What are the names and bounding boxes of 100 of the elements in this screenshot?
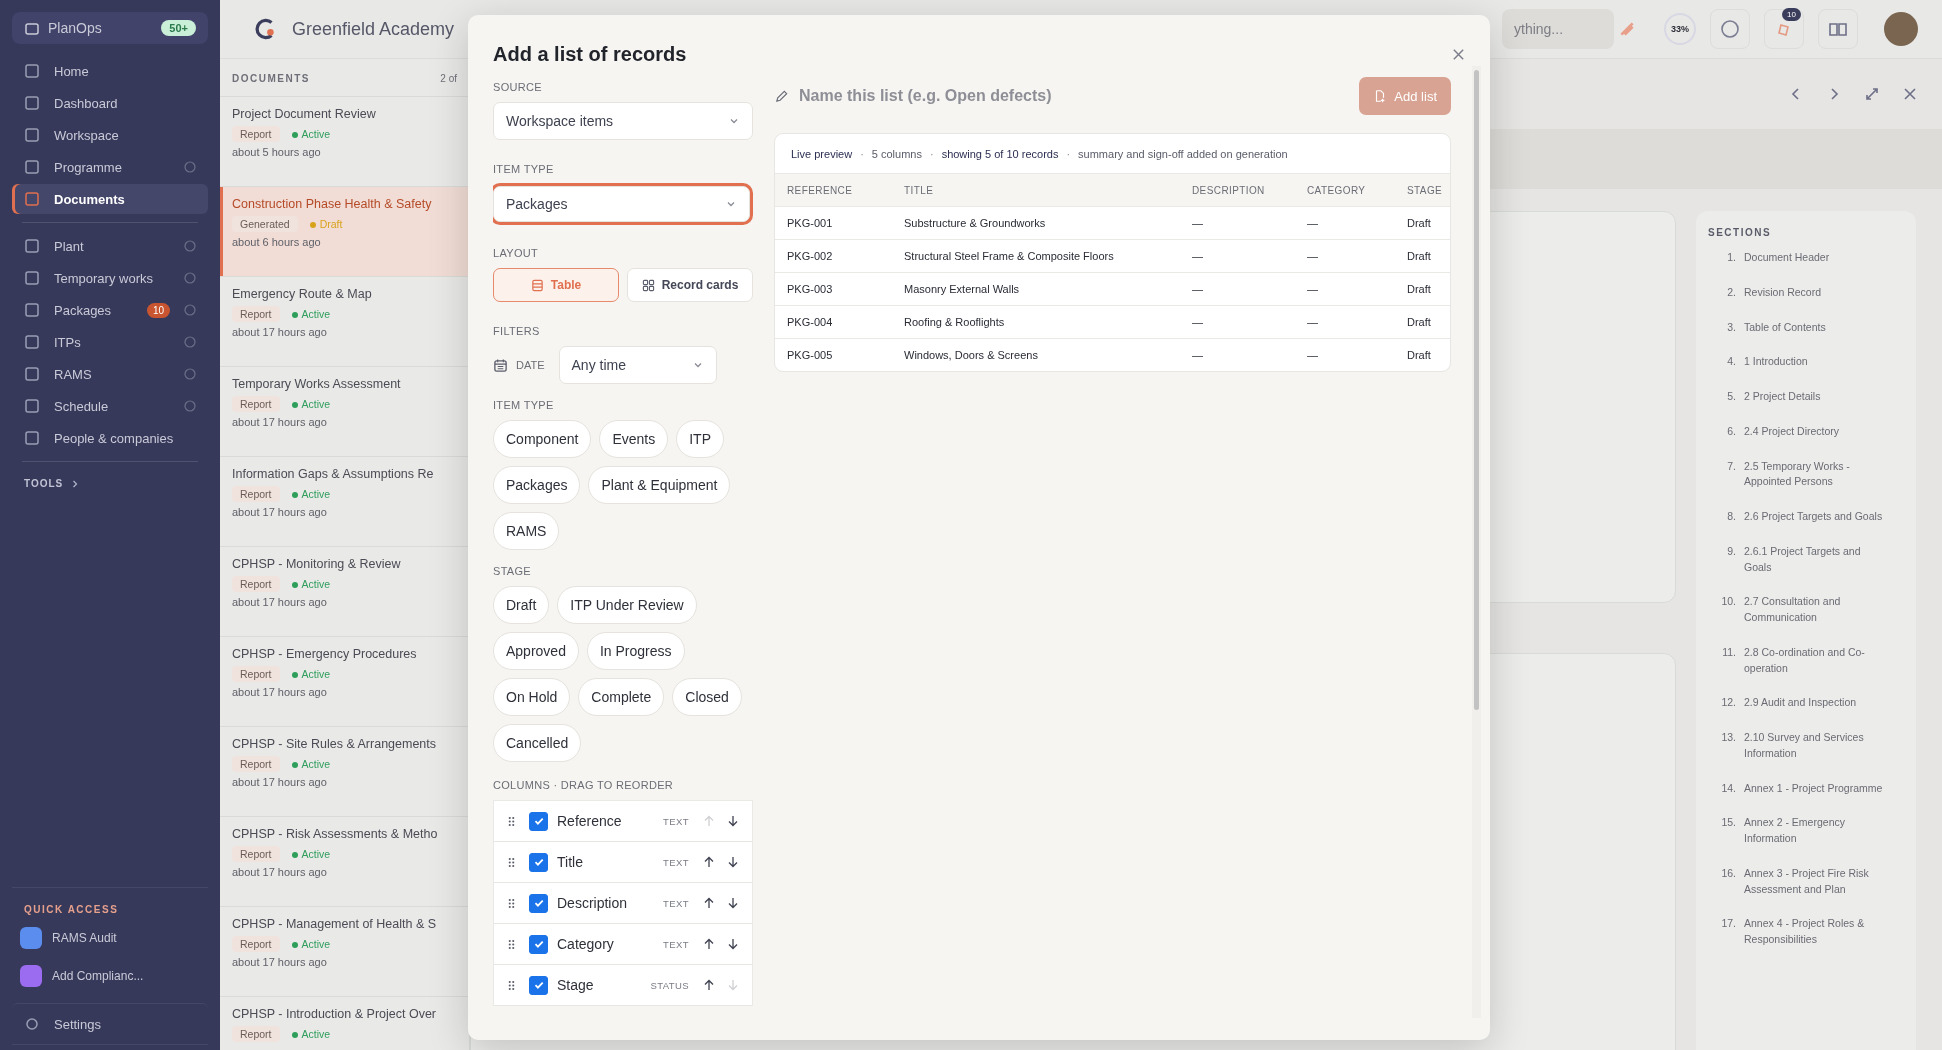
drag-handle-icon[interactable] bbox=[508, 897, 515, 909]
nav-item[interactable]: Temporary works bbox=[12, 263, 208, 293]
chevron-right-icon[interactable] bbox=[71, 479, 80, 488]
nav-item[interactable]: Home bbox=[12, 56, 208, 86]
help-button[interactable] bbox=[1710, 9, 1750, 49]
section-link[interactable]: 14. Annex 1 - Project Programme bbox=[1708, 780, 1904, 797]
section-link[interactable]: 10. 2.7 Consultation and Communication bbox=[1708, 594, 1904, 626]
layout-option[interactable]: Record cards bbox=[627, 268, 753, 302]
section-link[interactable]: 13. 2.10 Survey and Services Information bbox=[1708, 730, 1904, 762]
filter-chip[interactable]: Cancelled bbox=[493, 724, 582, 762]
nav-item[interactable]: Workspace bbox=[12, 120, 208, 150]
arrow-down-icon[interactable] bbox=[727, 815, 739, 827]
document-time: about 17 hours ago bbox=[232, 866, 328, 878]
guide-button[interactable] bbox=[1818, 9, 1858, 49]
nav-item[interactable]: ITPs bbox=[12, 327, 208, 357]
tools-toggle[interactable]: TOOLS bbox=[24, 478, 64, 489]
nav-item[interactable]: Plant bbox=[12, 231, 208, 261]
filter-chip[interactable]: Events bbox=[599, 420, 669, 458]
arrow-up-icon[interactable] bbox=[703, 856, 715, 868]
arrow-up-icon[interactable] bbox=[703, 979, 715, 991]
separator-dot: · bbox=[929, 147, 934, 160]
table-cell: Draft bbox=[1395, 239, 1450, 273]
document-time: about 17 hours ago bbox=[232, 596, 328, 608]
drag-handle-icon[interactable] bbox=[508, 938, 515, 950]
filter-chip[interactable]: In Progress bbox=[586, 632, 685, 670]
section-link[interactable]: 2. Revision Record bbox=[1708, 284, 1904, 301]
type-tag: Report bbox=[232, 396, 280, 412]
column-name: Stage bbox=[557, 977, 595, 993]
arrow-up-icon[interactable] bbox=[703, 938, 715, 950]
filter-chip[interactable]: Approved bbox=[493, 632, 579, 670]
drag-handle-icon[interactable] bbox=[508, 815, 515, 827]
drag-handle-icon[interactable] bbox=[508, 979, 515, 991]
count-badge: 10 bbox=[146, 302, 170, 318]
document-item[interactable]: Construction Phase Health & Safety Generated Draft about 6 hours ago bbox=[220, 187, 469, 277]
document-title: CPHSP - Monitoring & Review bbox=[232, 557, 402, 571]
arrow-down-icon[interactable] bbox=[727, 897, 739, 909]
section-link[interactable]: 6. 2.4 Project Directory bbox=[1708, 423, 1904, 440]
scrollbar[interactable] bbox=[1474, 70, 1479, 710]
nav-item[interactable]: Packages 10 bbox=[12, 295, 208, 325]
checkbox[interactable] bbox=[529, 811, 548, 831]
section-link[interactable]: 9. 2.6.1 Project Targets and Goals bbox=[1708, 543, 1904, 576]
nav-item[interactable]: Programme bbox=[12, 152, 208, 182]
square-icon bbox=[24, 127, 40, 143]
section-link[interactable]: 4. 1 Introduction bbox=[1708, 354, 1904, 370]
check-icon bbox=[532, 938, 545, 950]
checkbox[interactable] bbox=[529, 975, 548, 995]
section-link[interactable]: 3. Table of Contents bbox=[1708, 319, 1904, 336]
field-label: ITEM TYPE bbox=[493, 398, 555, 412]
filter-chip[interactable]: ITP bbox=[676, 420, 724, 458]
filter-chip[interactable]: RAMS bbox=[493, 512, 560, 550]
nav-item[interactable]: People & companies bbox=[12, 423, 208, 453]
section-link[interactable]: 1. Document Header bbox=[1708, 250, 1904, 266]
settings-item[interactable]: Settings bbox=[12, 1003, 208, 1044]
checkbox[interactable] bbox=[529, 934, 548, 954]
section-link[interactable]: 15. Annex 2 - Emergency Information bbox=[1708, 815, 1904, 847]
source-dropdown[interactable]: Workspace items bbox=[493, 102, 753, 140]
quick-access-item[interactable]: RAMS Audit bbox=[12, 919, 208, 957]
nav-item[interactable]: Dashboard bbox=[12, 88, 208, 118]
notifications-button[interactable]: 10 bbox=[1764, 9, 1804, 49]
section-label: QUICK ACCESS bbox=[23, 903, 120, 917]
close-icon[interactable] bbox=[1902, 86, 1918, 102]
table-cell: Roofing & Rooflights bbox=[892, 305, 1180, 339]
section-link[interactable]: 8. 2.6 Project Targets and Goals bbox=[1708, 509, 1904, 525]
search-field[interactable]: ything... bbox=[1502, 9, 1614, 49]
section-link[interactable]: 11. 2.8 Co-ordination and Co-operation bbox=[1708, 644, 1904, 677]
filter-chip[interactable]: Draft bbox=[493, 586, 550, 624]
section-link[interactable]: 7. 2.5 Temporary Works - Appointed Persons bbox=[1708, 458, 1904, 490]
filter-chip[interactable]: Packages bbox=[493, 466, 581, 504]
nav-item[interactable]: RAMS bbox=[12, 359, 208, 389]
panel-title: SECTIONS bbox=[1708, 227, 1773, 238]
filter-chip[interactable]: Complete bbox=[578, 678, 665, 716]
section-link[interactable]: 5. 2 Project Details bbox=[1708, 389, 1904, 405]
checkbox[interactable] bbox=[529, 893, 548, 913]
arrow-down-icon[interactable] bbox=[727, 856, 739, 868]
list-name-field[interactable]: Name this list (e.g. Open defects) bbox=[797, 86, 1360, 106]
section-link[interactable]: 17. Annex 4 - Project Roles & Responsibilities bbox=[1708, 916, 1904, 948]
avatar[interactable] bbox=[1884, 12, 1918, 46]
section-link[interactable]: 12. 2.9 Audit and Inspection bbox=[1708, 695, 1904, 711]
nav-item[interactable]: Documents bbox=[12, 184, 208, 214]
checkbox[interactable] bbox=[529, 852, 548, 872]
table-cell: — bbox=[1295, 272, 1395, 306]
filter-chip[interactable]: Closed bbox=[672, 678, 742, 716]
filter-chip[interactable]: Plant & Equipment bbox=[588, 466, 731, 504]
section-link[interactable]: 16. Annex 3 - Project Fire Risk Assessment and Plan bbox=[1708, 865, 1904, 898]
filter-chip[interactable]: ITP Under Review bbox=[557, 586, 697, 624]
quick-access-item[interactable]: Add Complianc... bbox=[12, 957, 208, 995]
filter-chip[interactable]: On Hold bbox=[493, 678, 571, 716]
arrow-up-icon[interactable] bbox=[703, 897, 715, 909]
workspace-switcher[interactable]: PlanOps 50+ bbox=[12, 12, 208, 44]
column-type: TEXT bbox=[662, 938, 689, 950]
expand-icon[interactable] bbox=[1864, 86, 1880, 102]
drag-handle-icon[interactable] bbox=[508, 856, 515, 868]
document-time: about 17 hours ago bbox=[232, 326, 328, 338]
item-type-dropdown[interactable]: Packages bbox=[493, 186, 750, 222]
document-title: CPHSP - Risk Assessments & Metho bbox=[232, 827, 439, 841]
status-label: Active bbox=[301, 398, 331, 410]
arrow-down-icon[interactable] bbox=[727, 938, 739, 950]
date-dropdown[interactable]: Any time bbox=[558, 346, 717, 384]
filter-chip[interactable]: Component bbox=[493, 420, 592, 458]
nav-item[interactable]: Schedule bbox=[12, 391, 208, 421]
